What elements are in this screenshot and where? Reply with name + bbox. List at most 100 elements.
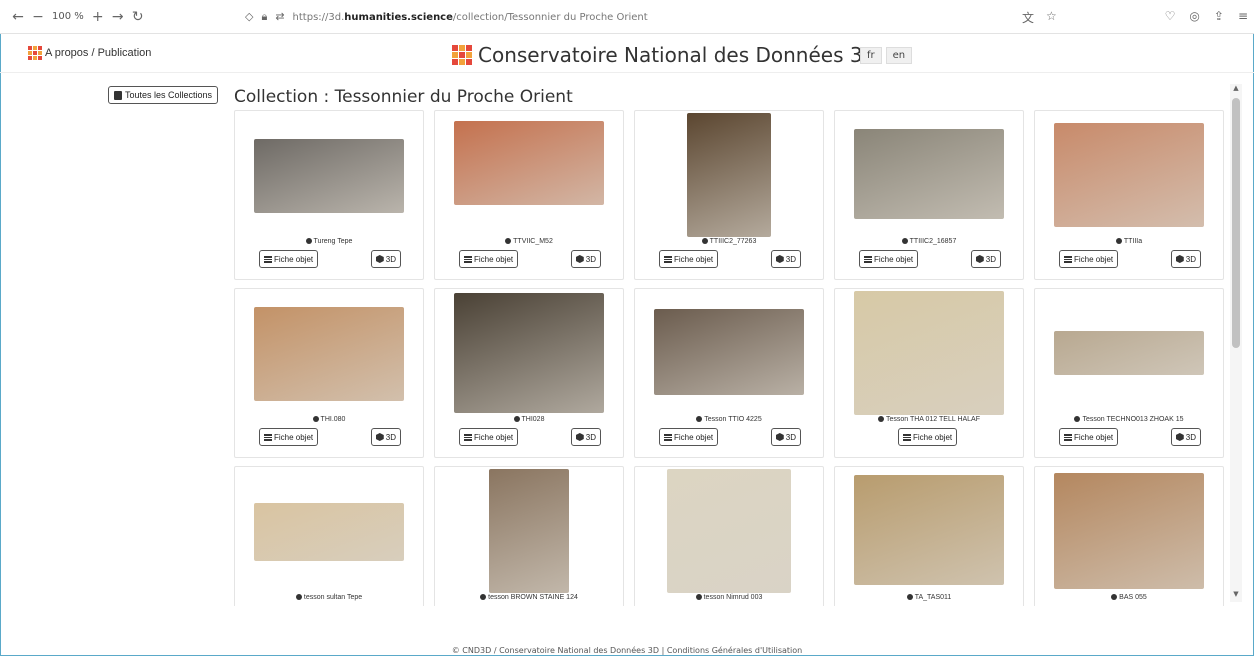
artifact-name-text: tesson Nimrud 003 bbox=[703, 594, 763, 601]
share-icon[interactable]: ⇪ bbox=[1214, 9, 1224, 23]
logo-icon bbox=[452, 45, 472, 65]
artifact-name-text: TTIIIC2_77263 bbox=[709, 238, 757, 245]
collection-grid: Tureng Tepe Fiche objet 3D TTVIIC_M52 Fiche … bbox=[234, 110, 1224, 606]
globe-icon bbox=[901, 238, 908, 244]
artifact-name: TTIIIC2_77263 bbox=[635, 238, 823, 245]
fiche-objet-button[interactable]: Fiche objet bbox=[459, 428, 519, 446]
fiche-objet-button[interactable]: Fiche objet bbox=[1059, 428, 1119, 446]
artifact-thumbnail[interactable] bbox=[854, 291, 1004, 415]
site-title-text: Conservatoire National des Données 3D bbox=[478, 43, 878, 67]
list-icon bbox=[864, 255, 872, 263]
site-header: A propos / Publication Conservatoire Nat… bbox=[0, 35, 1254, 73]
cubes-icon bbox=[1175, 433, 1184, 441]
fiche-objet-button[interactable]: Fiche objet bbox=[1059, 250, 1119, 268]
view-3d-button[interactable]: 3D bbox=[770, 428, 801, 446]
url-prefix: https://3d. bbox=[292, 11, 345, 23]
artifact-thumbnail[interactable] bbox=[1054, 123, 1204, 227]
site-title[interactable]: Conservatoire National des Données 3D bbox=[452, 43, 878, 67]
artifact-thumbnail[interactable] bbox=[654, 309, 804, 395]
menu-icon[interactable]: ≡ bbox=[1238, 9, 1248, 23]
artifact-name: tesson BROWN STAINE 124 bbox=[435, 594, 623, 601]
artifact-name-text: THI.080 bbox=[320, 416, 346, 423]
artifact-thumbnail[interactable] bbox=[667, 469, 791, 593]
fiche-objet-button[interactable]: Fiche objet bbox=[259, 250, 319, 268]
view-3d-button[interactable]: 3D bbox=[370, 428, 401, 446]
book-icon bbox=[114, 90, 122, 100]
translate-icon[interactable]: 文 bbox=[1022, 9, 1034, 26]
fiche-objet-button[interactable]: Fiche objet bbox=[259, 428, 319, 446]
fiche-objet-button[interactable]: Fiche objet bbox=[659, 250, 719, 268]
artifact-name: Tesson TTIO 4225 bbox=[635, 416, 823, 423]
globe-icon bbox=[513, 416, 520, 422]
globe-icon bbox=[695, 594, 702, 600]
view-3d-button[interactable]: 3D bbox=[570, 250, 601, 268]
artifact-thumbnail[interactable] bbox=[254, 139, 404, 213]
scroll-down-icon[interactable]: ▼ bbox=[1230, 590, 1242, 602]
forward-icon[interactable]: → bbox=[108, 7, 128, 27]
fiche-objet-button[interactable]: Fiche objet bbox=[859, 250, 919, 268]
lock-icon[interactable]: 🔒︎ bbox=[261, 10, 267, 24]
artifact-name-text: Tureng Tepe bbox=[313, 238, 353, 245]
view-3d-button[interactable]: 3D bbox=[1170, 250, 1201, 268]
artifact-name: TTIIIa bbox=[1035, 238, 1223, 245]
fiche-objet-label: Fiche objet bbox=[474, 254, 514, 264]
reload-icon[interactable]: ↻ bbox=[128, 7, 148, 27]
view-3d-button[interactable]: 3D bbox=[1170, 428, 1201, 446]
collection-card: TTIIIC2_16857 Fiche objet 3D bbox=[834, 110, 1024, 280]
artifact-name: THI.080 bbox=[235, 416, 423, 423]
artifact-name: Tesson THA 012 TELL HALAF bbox=[835, 416, 1023, 423]
artifact-name: THI028 bbox=[435, 416, 623, 423]
cubes-icon bbox=[1175, 255, 1184, 263]
zoom-in-icon[interactable]: + bbox=[88, 7, 108, 27]
all-collections-button[interactable]: Toutes les Collections bbox=[108, 86, 219, 104]
zoom-out-icon[interactable]: − bbox=[28, 7, 48, 27]
bookmark-star-icon[interactable]: ☆ bbox=[1046, 9, 1057, 26]
artifact-thumbnail[interactable] bbox=[687, 113, 771, 237]
view-3d-button[interactable]: 3D bbox=[770, 250, 801, 268]
list-icon bbox=[1064, 255, 1072, 263]
artifact-name: TTVIIC_M52 bbox=[435, 238, 623, 245]
scrollbar-thumb[interactable] bbox=[1232, 98, 1240, 348]
artifact-thumbnail[interactable] bbox=[454, 121, 604, 205]
apropos-link[interactable]: A propos / Publication bbox=[28, 46, 151, 60]
back-icon[interactable]: ← bbox=[8, 7, 28, 27]
url-host: humanities.science bbox=[344, 11, 453, 23]
url-bar[interactable]: ◇ 🔒︎ ⇄ https://3d. humanities.science/col… bbox=[245, 7, 1020, 27]
view-3d-button[interactable]: 3D bbox=[570, 428, 601, 446]
extension-icon[interactable]: ◎ bbox=[1189, 9, 1199, 23]
view-3d-label: 3D bbox=[1185, 432, 1196, 442]
view-3d-button[interactable]: 3D bbox=[970, 250, 1001, 268]
artifact-thumbnail[interactable] bbox=[454, 293, 604, 413]
artifact-thumbnail[interactable] bbox=[254, 503, 404, 561]
globe-icon bbox=[877, 416, 884, 422]
fiche-objet-button[interactable]: Fiche objet bbox=[659, 428, 719, 446]
collection-card: THI.080 Fiche objet 3D bbox=[234, 288, 424, 458]
globe-icon bbox=[295, 594, 302, 600]
scrollbar[interactable]: ▲ ▼ bbox=[1230, 84, 1242, 602]
lang-en-button[interactable]: en bbox=[885, 47, 913, 64]
zoom-level[interactable]: 100 % bbox=[52, 11, 84, 22]
artifact-name: Tesson TECHNO013 ZHOAK 15 bbox=[1035, 416, 1223, 423]
globe-icon bbox=[701, 238, 708, 244]
lang-fr-button[interactable]: fr bbox=[860, 47, 882, 64]
scroll-up-icon[interactable]: ▲ bbox=[1230, 84, 1242, 96]
view-3d-label: 3D bbox=[785, 254, 796, 264]
view-3d-button[interactable]: 3D bbox=[370, 250, 401, 268]
artifact-thumbnail[interactable] bbox=[489, 469, 569, 593]
artifact-name: BAS 055 bbox=[1035, 594, 1223, 601]
globe-icon bbox=[696, 416, 703, 422]
fiche-objet-button[interactable]: Fiche objet bbox=[459, 250, 519, 268]
tracking-icon[interactable]: ⇄ bbox=[275, 10, 284, 24]
artifact-thumbnail[interactable] bbox=[1054, 473, 1204, 589]
pocket-icon[interactable]: ♡ bbox=[1165, 9, 1176, 23]
fiche-objet-button[interactable]: Fiche objet bbox=[898, 428, 958, 446]
logo-icon bbox=[28, 46, 42, 60]
artifact-thumbnail[interactable] bbox=[854, 475, 1004, 585]
footer[interactable]: © CND3D / Conservatoire National des Don… bbox=[0, 646, 1254, 655]
artifact-thumbnail[interactable] bbox=[854, 129, 1004, 219]
collection-card: BAS 055Fiche objet3D bbox=[1034, 466, 1224, 606]
artifact-thumbnail[interactable] bbox=[1054, 331, 1204, 375]
artifact-thumbnail[interactable] bbox=[254, 307, 404, 401]
collection-card: Tesson TECHNO013 ZHOAK 15 Fiche objet 3D bbox=[1034, 288, 1224, 458]
shield-icon[interactable]: ◇ bbox=[245, 10, 253, 24]
